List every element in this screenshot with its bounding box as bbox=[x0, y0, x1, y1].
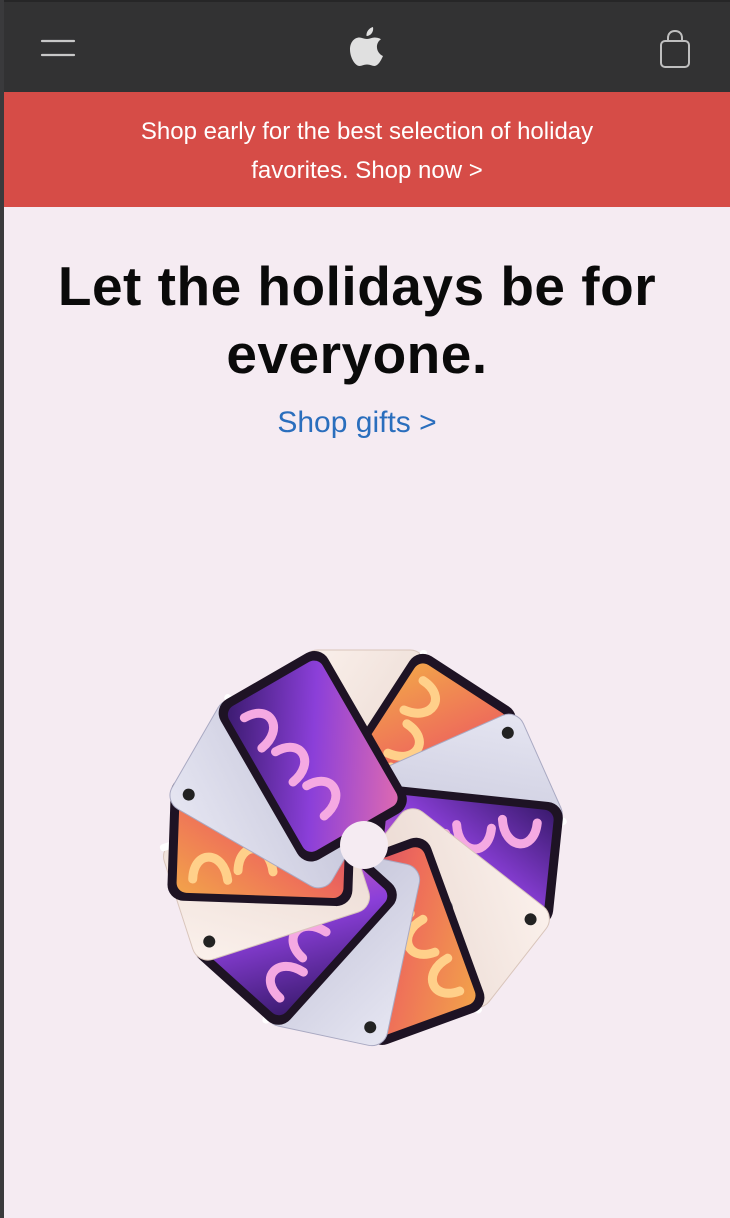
global-nav bbox=[4, 0, 730, 92]
promo-banner-text[interactable]: Shop early for the best selection of hol… bbox=[141, 118, 593, 184]
hamburger-menu-icon[interactable] bbox=[40, 35, 76, 63]
shop-gifts-link[interactable]: Shop gifts > bbox=[4, 406, 710, 440]
ipad-mini-pinwheel-image bbox=[64, 545, 664, 1145]
shopping-bag-icon[interactable] bbox=[656, 28, 694, 70]
page: Shop early for the best selection of hol… bbox=[4, 0, 730, 1218]
hero-headline: Let the holidays be for everyone. bbox=[57, 255, 657, 385]
apple-logo-icon[interactable] bbox=[349, 25, 385, 67]
promo-banner[interactable]: Shop early for the best selection of hol… bbox=[4, 92, 730, 207]
